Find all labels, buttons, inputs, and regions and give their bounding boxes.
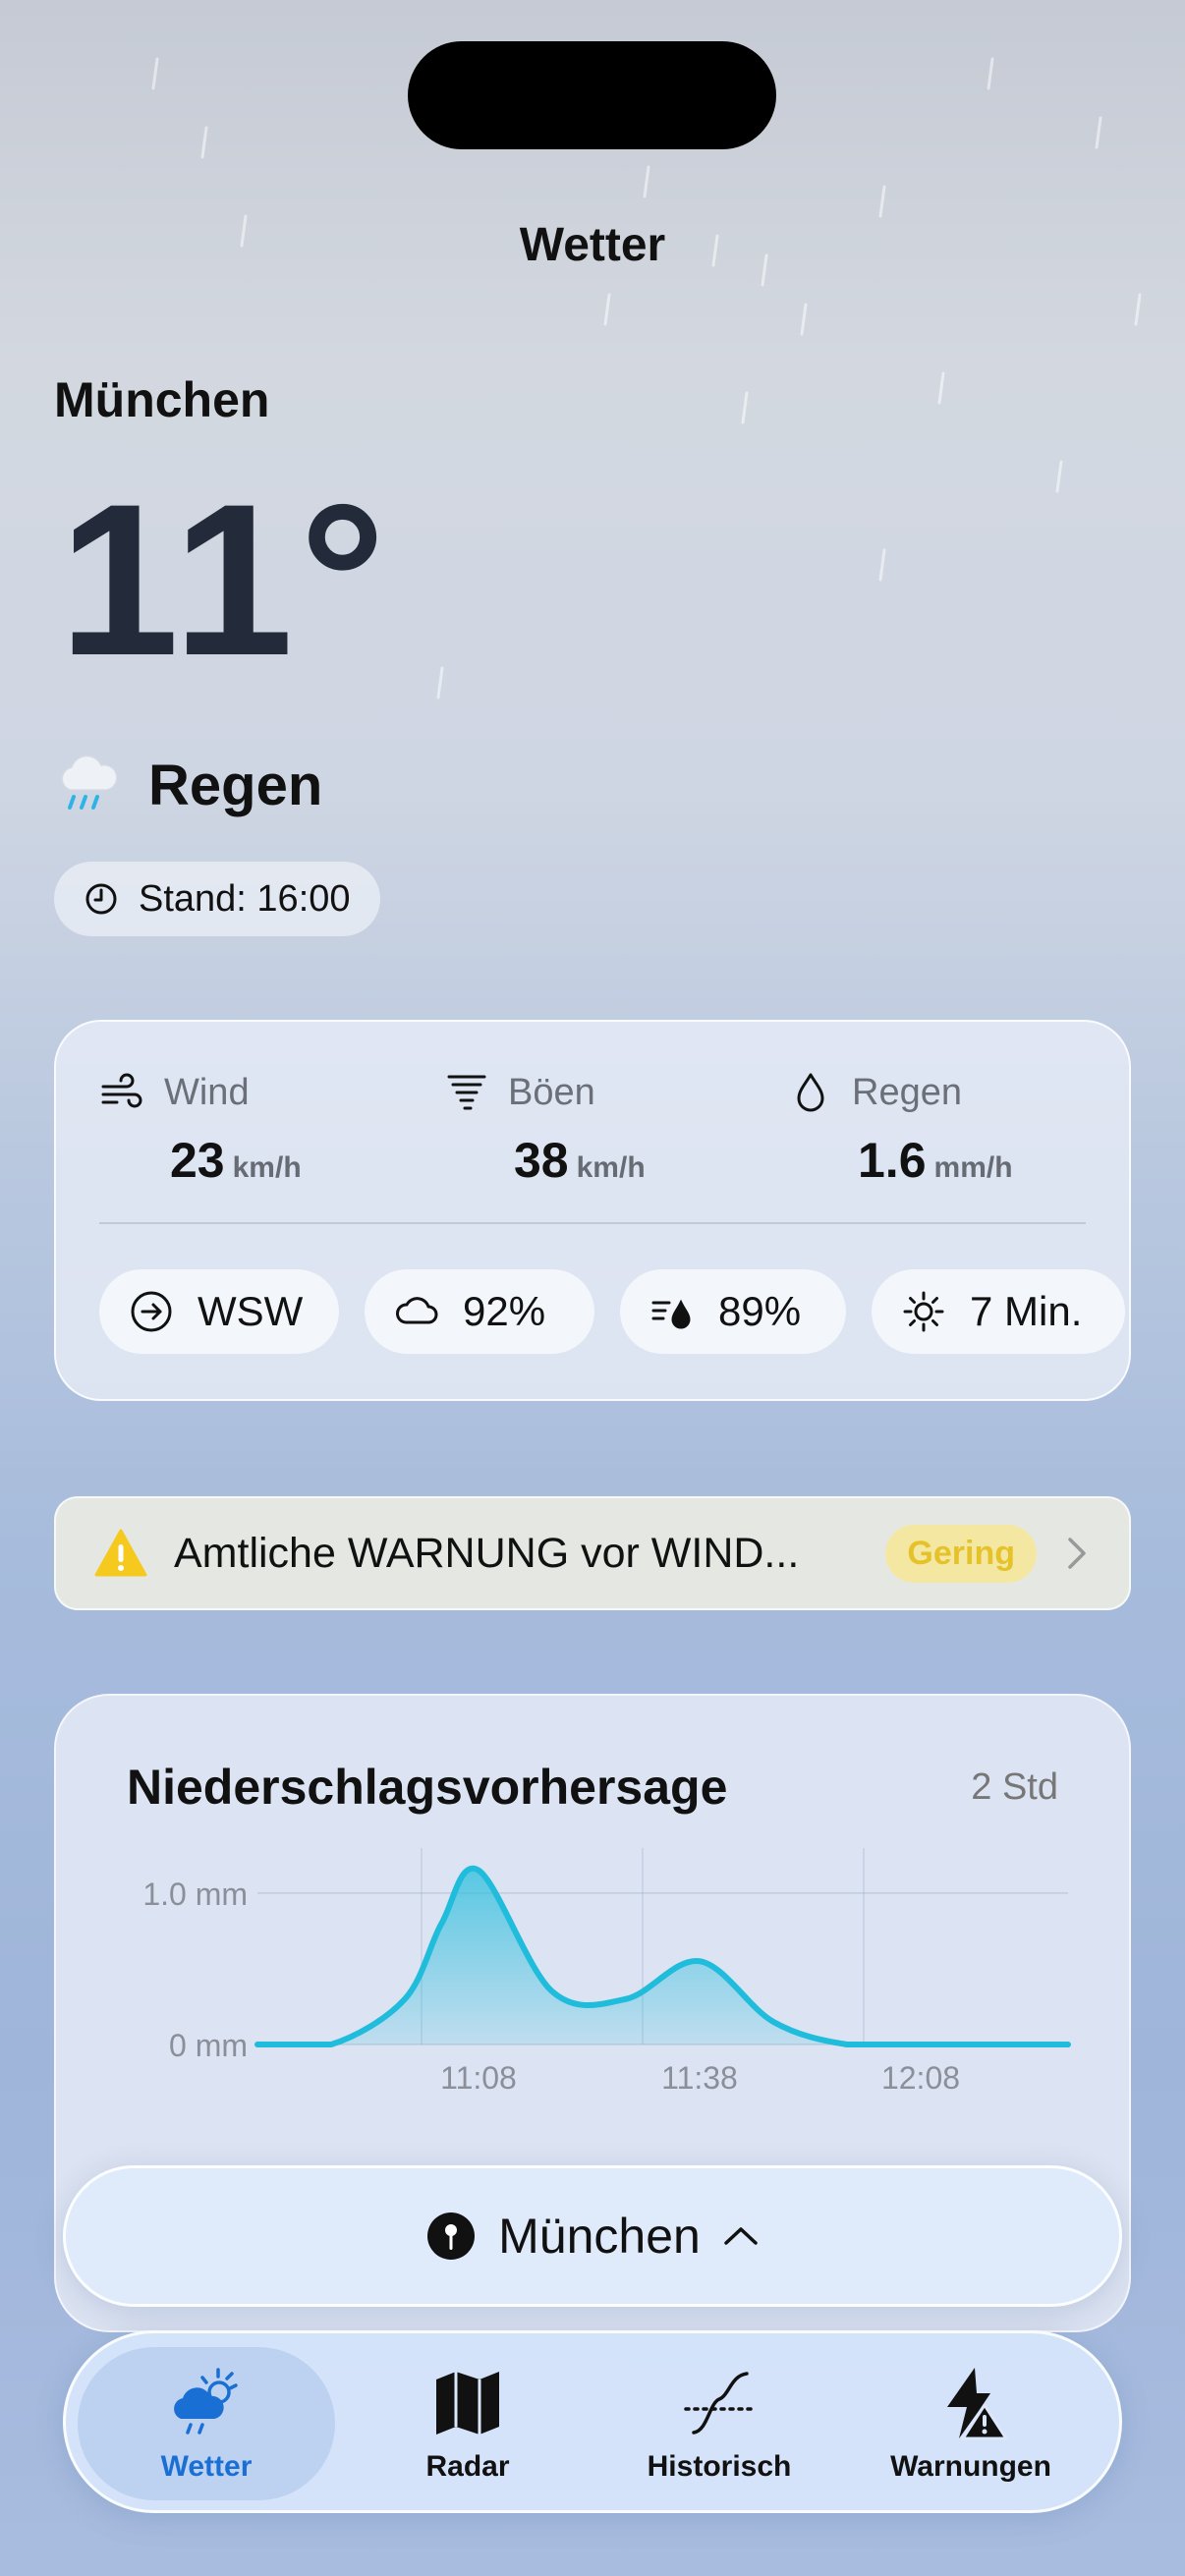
current-temperature: 11°	[59, 459, 392, 700]
metrics-divider	[99, 1222, 1086, 1224]
condition-label: Regen	[148, 753, 323, 817]
app-title: Wetter	[519, 219, 666, 271]
warning-level-badge: Gering	[885, 1524, 1037, 1583]
x-tick-label: 11:38	[661, 2060, 738, 2094]
location-selector[interactable]: München	[63, 2165, 1122, 2307]
cloud-icon	[396, 1297, 438, 1324]
precipitation-title: Niederschlagsvorhersage	[127, 1760, 728, 1815]
tab-wetter[interactable]: Wetter	[78, 2347, 335, 2500]
precipitation-chart: 0 mm 1.0 mm 11:08 11:38 12:08	[142, 1848, 1071, 2094]
current-city: München	[54, 372, 270, 427]
warning-text: Amtliche WARNUNG vor WIND...	[174, 1529, 800, 1577]
chevron-right-icon	[1068, 1538, 1086, 1569]
sunshine-value: 7 Min.	[970, 1288, 1083, 1334]
tab-bar: Wetter Radar Historisch Warnungen	[63, 2330, 1122, 2513]
gusts-label: Böen	[508, 1071, 595, 1113]
map-icon	[436, 2372, 499, 2435]
lightning-warning-icon	[947, 2368, 1008, 2440]
tab-radar[interactable]: Radar	[339, 2347, 596, 2500]
warning-banner[interactable]: Amtliche WARNUNG vor WIND... Gering	[54, 1496, 1131, 1610]
wind-label: Wind	[164, 1071, 250, 1113]
cloud-rain-icon	[61, 755, 118, 810]
cloud-cover-chip: 92%	[365, 1269, 594, 1354]
location-name: München	[498, 2209, 701, 2264]
direction-arrow-icon	[131, 1291, 172, 1332]
sun-cloud-rain-icon	[174, 2368, 238, 2435]
condition-row: Regen	[54, 751, 322, 819]
metrics-card: Wind 23 km/h Böen 38 km/h Regen 1.6 mm/h WS…	[54, 1020, 1131, 1401]
x-tick-label: 11:08	[440, 2060, 517, 2094]
wind-value: 23	[170, 1133, 225, 1188]
tab-radar-label: Radar	[425, 2450, 510, 2483]
gusts-unit: km/h	[576, 1151, 646, 1184]
metric-gusts: Böen 38 km/h	[443, 1069, 646, 1189]
warning-triangle-icon	[94, 1529, 147, 1577]
chevron-up-icon	[724, 2227, 758, 2245]
drop-icon	[797, 1073, 824, 1112]
humidity-icon	[651, 1299, 691, 1329]
sun-icon	[903, 1291, 944, 1332]
wind-icon	[101, 1073, 142, 1108]
cloud-cover-value: 92%	[463, 1288, 546, 1334]
tab-historisch-label: Historisch	[647, 2450, 792, 2483]
sunshine-chip: 7 Min.	[872, 1269, 1125, 1354]
rain-label: Regen	[852, 1071, 962, 1113]
location-pin-icon	[427, 2212, 476, 2260]
humidity-chip: 89%	[620, 1269, 846, 1354]
y-tick-label: 0 mm	[169, 2028, 248, 2063]
tab-wetter-label: Wetter	[160, 2450, 253, 2483]
tab-historisch[interactable]: Historisch	[591, 2347, 848, 2500]
rain-value: 1.6	[858, 1133, 927, 1188]
tornado-icon	[447, 1075, 486, 1110]
x-tick-label: 12:08	[881, 2060, 960, 2094]
wind-unit: km/h	[232, 1151, 302, 1184]
chart-curve-icon	[684, 2372, 755, 2435]
precipitation-range: 2 Std	[971, 1766, 1058, 1808]
metric-rain: Regen 1.6 mm/h	[787, 1069, 1013, 1189]
y-tick-label: 1.0 mm	[142, 1876, 248, 1912]
wind-direction-value: WSW	[198, 1288, 304, 1334]
wind-direction-chip: WSW	[99, 1269, 339, 1354]
metric-wind: Wind 23 km/h	[99, 1069, 302, 1189]
update-time-label: Stand: 16:00	[139, 877, 351, 920]
rain-unit: mm/h	[933, 1151, 1013, 1184]
update-time-pill: Stand: 16:00	[54, 862, 380, 936]
gusts-value: 38	[514, 1133, 569, 1188]
dynamic-island	[408, 41, 776, 149]
tab-warnungen[interactable]: Warnungen	[842, 2347, 1100, 2500]
clock-icon	[85, 883, 117, 915]
humidity-value: 89%	[718, 1288, 802, 1334]
tab-warnungen-label: Warnungen	[890, 2450, 1051, 2483]
